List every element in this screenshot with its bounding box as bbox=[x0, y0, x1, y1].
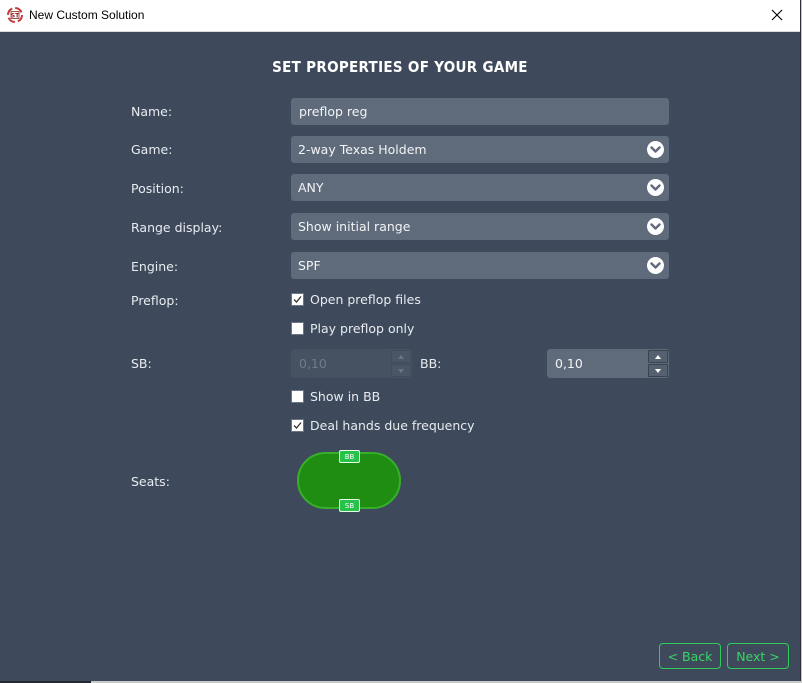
sb-increment-button bbox=[391, 350, 411, 363]
game-value: 2-way Texas Holdem bbox=[298, 142, 427, 157]
chevron-down-icon bbox=[647, 218, 664, 235]
engine-value: SPF bbox=[298, 258, 321, 273]
chevron-down-icon bbox=[647, 257, 664, 274]
sb-decrement-button bbox=[391, 364, 411, 377]
play-preflop-only-checkbox[interactable]: Play preflop only bbox=[291, 321, 414, 336]
arrow-up-icon bbox=[655, 354, 661, 359]
st-logo-icon: ST bbox=[7, 7, 23, 23]
next-button[interactable]: Next > bbox=[727, 643, 789, 669]
name-label: Name: bbox=[131, 104, 173, 119]
arrow-up-icon bbox=[398, 354, 404, 359]
bb-spinbox[interactable]: 0,10 bbox=[547, 349, 669, 378]
svg-text:ST: ST bbox=[11, 13, 20, 20]
arrow-down-icon bbox=[655, 368, 661, 373]
close-button[interactable] bbox=[754, 0, 800, 31]
play-preflop-only-label: Play preflop only bbox=[310, 321, 415, 336]
game-dropdown[interactable]: 2-way Texas Holdem bbox=[291, 136, 669, 163]
open-preflop-files-label: Open preflop files bbox=[310, 292, 421, 307]
seat-sb[interactable]: SB bbox=[339, 499, 360, 512]
position-value: ANY bbox=[298, 180, 324, 195]
open-preflop-files-checkbox[interactable]: Open preflop files bbox=[291, 292, 421, 307]
range-display-value: Show initial range bbox=[298, 219, 411, 234]
sb-spinbox: 0,10 bbox=[291, 349, 412, 378]
title-bar: ST New Custom Solution bbox=[0, 0, 800, 32]
show-in-bb-checkbox[interactable]: Show in BB bbox=[291, 389, 380, 404]
bb-label: BB: bbox=[420, 356, 442, 371]
chevron-down-icon bbox=[647, 179, 664, 196]
engine-dropdown[interactable]: SPF bbox=[291, 252, 669, 279]
checkbox-unchecked[interactable] bbox=[291, 390, 304, 403]
close-icon bbox=[771, 6, 783, 25]
show-in-bb-label: Show in BB bbox=[310, 389, 381, 404]
position-dropdown[interactable]: ANY bbox=[291, 174, 669, 201]
custom-solution-window: ST New Custom Solution SET PROPERTIES OF… bbox=[0, 0, 801, 681]
deal-hands-due-frequency-label: Deal hands due frequency bbox=[310, 418, 475, 433]
position-label: Position: bbox=[131, 181, 184, 196]
window-title: New Custom Solution bbox=[29, 8, 145, 22]
chevron-down-icon bbox=[647, 141, 664, 158]
sb-value: 0,10 bbox=[299, 356, 327, 371]
page-heading: SET PROPERTIES OF YOUR GAME bbox=[272, 58, 528, 76]
deal-hands-due-frequency-checkbox[interactable]: Deal hands due frequency bbox=[291, 418, 475, 433]
preflop-label: Preflop: bbox=[131, 293, 179, 308]
range-display-label: Range display: bbox=[131, 220, 223, 235]
seats-label: Seats: bbox=[131, 474, 170, 489]
name-value: preflop reg bbox=[299, 104, 368, 119]
checkbox-unchecked[interactable] bbox=[291, 322, 304, 335]
bb-increment-button[interactable] bbox=[648, 350, 668, 363]
bb-decrement-button[interactable] bbox=[648, 364, 668, 377]
game-label: Game: bbox=[131, 142, 173, 157]
range-display-dropdown[interactable]: Show initial range bbox=[291, 213, 669, 240]
seat-bb[interactable]: BB bbox=[339, 450, 360, 463]
bb-value: 0,10 bbox=[555, 356, 583, 371]
checkbox-checked[interactable] bbox=[291, 293, 304, 306]
name-input[interactable]: preflop reg bbox=[291, 98, 669, 125]
checkbox-checked[interactable] bbox=[291, 419, 304, 432]
engine-label: Engine: bbox=[131, 259, 179, 274]
arrow-down-icon bbox=[398, 368, 404, 373]
sb-label: SB: bbox=[131, 356, 152, 371]
back-button[interactable]: < Back bbox=[659, 643, 721, 669]
